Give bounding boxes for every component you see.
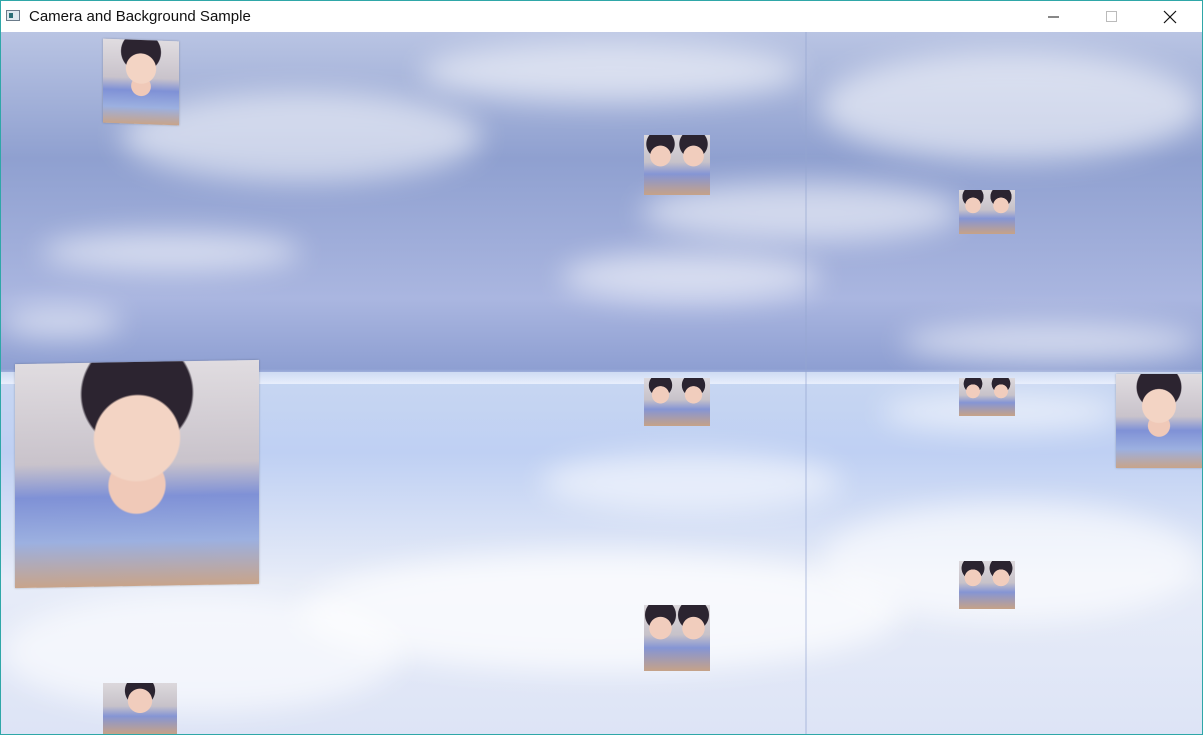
cloud — [41, 232, 301, 272]
cloud — [541, 452, 841, 512]
textured-cube — [959, 190, 1015, 234]
cube-face — [677, 605, 710, 671]
close-icon — [1163, 10, 1177, 23]
app-window-icon — [6, 10, 20, 21]
cube-face — [959, 190, 988, 234]
3d-viewport[interactable] — [1, 32, 1202, 734]
cube-face — [103, 683, 177, 734]
minimize-icon — [1048, 16, 1059, 17]
cube-face — [987, 190, 1015, 234]
close-button[interactable] — [1141, 1, 1199, 32]
cube-face — [644, 135, 678, 195]
cloud — [1, 592, 401, 712]
textured-cube — [644, 378, 710, 426]
window-title: Camera and Background Sample — [29, 8, 251, 25]
maximize-icon — [1106, 10, 1117, 22]
maximize-button[interactable] — [1083, 1, 1141, 32]
cube-face — [677, 378, 710, 426]
textured-cube — [644, 135, 710, 195]
cube-face — [959, 561, 988, 609]
textured-cube — [644, 605, 710, 671]
cloud — [901, 322, 1201, 362]
title-bar[interactable]: Camera and Background Sample — [1, 1, 1202, 32]
cloud — [561, 252, 821, 302]
textured-cube — [103, 683, 177, 734]
cloud — [1, 307, 121, 337]
textured-cube — [959, 378, 1015, 416]
cube-face — [987, 561, 1015, 609]
app-window: Camera and Background Sample — [0, 0, 1203, 735]
photo-plane-right — [1116, 374, 1202, 468]
cloud — [421, 42, 801, 102]
cloud — [821, 52, 1201, 162]
minimize-button[interactable] — [1025, 1, 1083, 32]
textured-cube — [959, 561, 1015, 609]
cube-face — [987, 378, 1015, 416]
photo-plane-large — [15, 359, 259, 589]
cube-face — [959, 378, 988, 416]
cube-face — [677, 135, 710, 195]
cube-face — [644, 605, 678, 671]
cube-face — [644, 378, 678, 426]
photo-plane-top-left — [103, 38, 179, 126]
skybox-seam — [805, 32, 807, 734]
